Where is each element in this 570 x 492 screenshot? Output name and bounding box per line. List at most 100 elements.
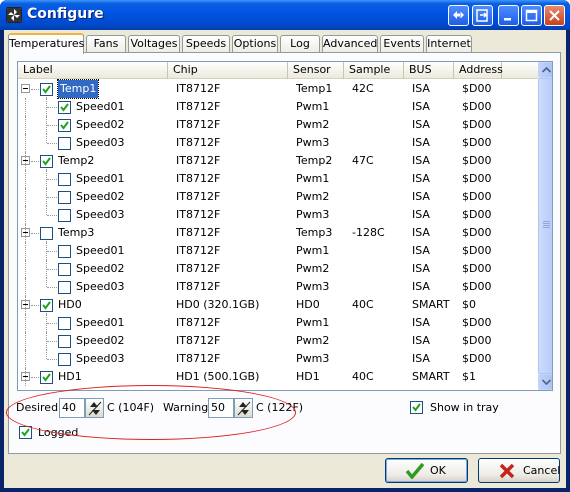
minimize-button[interactable] [498, 5, 519, 26]
sensor-row[interactable]: HD0 HD0 (320.1GB) HD0 40C SMART $0 [18, 296, 538, 314]
export-button[interactable] [472, 5, 493, 26]
tab-advanced[interactable]: Advanced [322, 35, 378, 53]
close-button[interactable] [544, 5, 565, 26]
row-checkbox[interactable] [58, 137, 71, 150]
row-bus: ISA [412, 352, 430, 365]
row-chip: IT8712F [176, 118, 221, 131]
tab-voltages[interactable]: Voltages [128, 35, 180, 53]
sensor-row[interactable]: HD1 HD1 (500.1GB) HD1 40C SMART $1 [18, 368, 538, 386]
window-title: Configure [27, 6, 104, 22]
ok-button[interactable]: OK [385, 458, 468, 483]
row-bus: ISA [412, 280, 430, 293]
row-bus: SMART [412, 298, 450, 311]
row-sensor: Pwm3 [296, 280, 330, 293]
red-x-icon [499, 463, 515, 479]
show-in-tray-label: Show in tray [430, 401, 499, 414]
row-bus: ISA [412, 208, 430, 221]
column-sample[interactable]: Sample [344, 62, 404, 79]
tab-fans[interactable]: Fans [86, 35, 126, 53]
fan-speed-row[interactable]: Speed01 IT8712F Pwm1 ISA $D00 [18, 242, 538, 260]
row-address: $D00 [462, 118, 492, 131]
row-checkbox[interactable] [40, 371, 53, 384]
row-address: $D00 [462, 244, 492, 257]
row-chip: IT8712F [176, 190, 221, 203]
title-bar[interactable]: Configure [0, 0, 570, 30]
fan-speed-row[interactable]: Speed01 IT8712F Pwm1 ISA $D00 [18, 170, 538, 188]
row-checkbox[interactable] [58, 263, 71, 276]
scroll-down-button[interactable] [538, 374, 552, 390]
row-label: Speed03 [76, 208, 125, 221]
row-label: Temp3 [58, 226, 95, 239]
row-checkbox[interactable] [58, 191, 71, 204]
swap-arrows-icon [453, 11, 464, 19]
fan-speed-row[interactable]: Speed03 IT8712F Pwm3 ISA $D00 [18, 134, 538, 152]
row-sensor: Pwm3 [296, 352, 330, 365]
row-checkbox[interactable] [58, 353, 71, 366]
collapse-toggle[interactable] [21, 84, 30, 93]
row-checkbox[interactable] [40, 227, 53, 240]
tab-speeds[interactable]: Speeds [182, 35, 230, 53]
row-address: $D00 [462, 154, 492, 167]
tab-events[interactable]: Events [380, 35, 424, 53]
sensor-row[interactable]: Temp3 IT8712F Temp3 -128C ISA $D00 [18, 224, 538, 242]
fan-speed-row[interactable]: Speed02 IT8712F Pwm2 ISA $D00 [18, 188, 538, 206]
row-checkbox[interactable] [58, 209, 71, 222]
tab-temperatures[interactable]: Temperatures [8, 33, 84, 54]
row-sensor: Pwm1 [296, 244, 330, 257]
row-bus: SMART [412, 370, 450, 383]
vertical-scrollbar[interactable] [538, 62, 552, 390]
scroll-thumb[interactable] [538, 78, 552, 374]
fan-speed-row[interactable]: Speed01 IT8712F Pwm1 ISA $D00 [18, 98, 538, 116]
cancel-button[interactable]: Cancel [478, 458, 560, 483]
column-chip[interactable]: Chip [168, 62, 288, 79]
row-checkbox[interactable] [58, 173, 71, 186]
row-address: $D00 [462, 352, 492, 365]
list-header: Label Chip Sensor Sample BUS Address [18, 62, 538, 79]
row-bus: ISA [412, 226, 430, 239]
row-address: $D00 [462, 136, 492, 149]
row-chip: IT8712F [176, 172, 221, 185]
row-address: $D00 [462, 100, 492, 113]
row-bus: ISA [412, 100, 430, 113]
row-checkbox[interactable] [58, 317, 71, 330]
sensor-row[interactable]: Temp2 IT8712F Temp2 47C ISA $D00 [18, 152, 538, 170]
red-annotation-ellipse [6, 385, 296, 440]
scroll-up-button[interactable] [538, 62, 552, 78]
row-checkbox[interactable] [40, 299, 53, 312]
row-address: $D00 [462, 316, 492, 329]
swap-arrows-button[interactable] [448, 5, 469, 26]
row-checkbox[interactable] [40, 155, 53, 168]
tab-options[interactable]: Options [232, 35, 278, 53]
row-checkbox[interactable] [58, 119, 71, 132]
check-icon [42, 157, 51, 166]
row-address: $D00 [462, 208, 492, 221]
column-label[interactable]: Label [18, 62, 168, 79]
row-chip: IT8712F [176, 262, 221, 275]
row-checkbox[interactable] [58, 101, 71, 114]
column-sensor[interactable]: Sensor [288, 62, 344, 79]
row-checkbox[interactable] [58, 335, 71, 348]
sensor-row[interactable]: Temp1 IT8712F Temp1 42C ISA $D00 [18, 79, 538, 99]
fan-speed-row[interactable]: Speed01 IT8712F Pwm1 ISA $D00 [18, 314, 538, 332]
row-label: Temp2 [58, 154, 95, 167]
tab-log[interactable]: Log [280, 35, 320, 53]
fan-speed-row[interactable]: Speed02 IT8712F Pwm2 ISA $D00 [18, 116, 538, 134]
maximize-button[interactable] [521, 5, 542, 26]
row-checkbox[interactable] [40, 83, 53, 96]
row-checkbox[interactable] [58, 245, 71, 258]
row-checkbox[interactable] [58, 281, 71, 294]
row-sensor: Pwm2 [296, 190, 330, 203]
chevron-up-icon [542, 67, 551, 73]
row-label: HD0 [58, 298, 82, 311]
column-bus[interactable]: BUS [404, 62, 454, 79]
fan-speed-row[interactable]: Speed03 IT8712F Pwm3 ISA $D00 [18, 350, 538, 368]
row-address: $D00 [462, 226, 492, 239]
fan-speed-row[interactable]: Speed03 IT8712F Pwm3 ISA $D00 [18, 206, 538, 224]
fan-speed-row[interactable]: Speed02 IT8712F Pwm2 ISA $D00 [18, 332, 538, 350]
column-address[interactable]: Address [454, 62, 503, 79]
show-in-tray-checkbox[interactable] [410, 401, 423, 414]
check-icon [42, 85, 51, 94]
tab-internet[interactable]: Internet [426, 35, 472, 53]
fan-speed-row[interactable]: Speed03 IT8712F Pwm3 ISA $D00 [18, 278, 538, 296]
fan-speed-row[interactable]: Speed02 IT8712F Pwm2 ISA $D00 [18, 260, 538, 278]
